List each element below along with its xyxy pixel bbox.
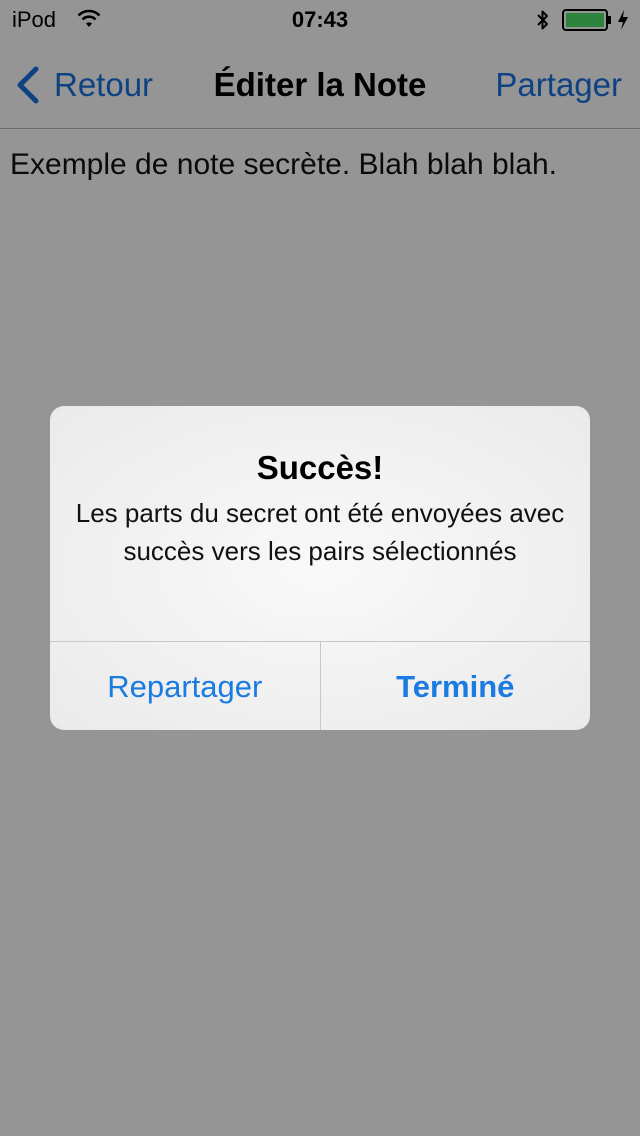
reshare-button[interactable]: Repartager	[50, 642, 321, 730]
success-alert-dialog: Succès! Les parts du secret ont été envo…	[50, 406, 590, 730]
done-button[interactable]: Terminé	[321, 642, 591, 730]
alert-title: Succès!	[256, 449, 384, 486]
alert-message: Les parts du secret ont été envoyées ave…	[75, 498, 565, 566]
alert-button-row: Repartager Terminé	[50, 641, 590, 730]
